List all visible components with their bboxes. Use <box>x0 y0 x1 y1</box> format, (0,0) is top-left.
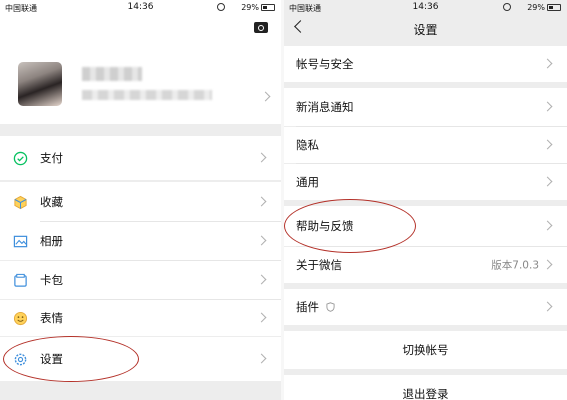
menu-item-album[interactable]: 相册 <box>0 222 281 260</box>
chevron-right-icon <box>260 91 271 102</box>
chevron-right-icon <box>542 176 553 187</box>
chevron-right-icon <box>256 274 267 285</box>
chevron-right-icon <box>542 58 553 69</box>
chevron-right-icon <box>542 139 553 150</box>
settings-item-label: 插件 <box>296 300 319 314</box>
profile-header[interactable]: 中国联通 14:36 29% <box>0 0 281 124</box>
logout-button[interactable]: 退出登录 <box>284 375 567 400</box>
status-bar: 中国联通 14:36 29% <box>284 0 567 16</box>
chevron-right-icon <box>542 220 553 231</box>
nickname-blurred <box>82 67 142 81</box>
chevron-right-icon <box>256 312 267 323</box>
highlight-annotation <box>3 336 139 382</box>
settings-item-general[interactable]: 通用 <box>284 164 567 200</box>
settings-item-label: 隐私 <box>296 138 319 152</box>
settings-item-about[interactable]: 关于微信 版本7.0.3 <box>284 247 567 283</box>
logout-label: 退出登录 <box>402 387 449 400</box>
battery-icon <box>261 4 275 11</box>
favorites-icon <box>14 195 27 210</box>
rotation-lock-icon <box>503 3 511 11</box>
album-icon <box>13 235 28 248</box>
status-bar: 中国联通 14:36 29% <box>0 0 281 16</box>
rotation-lock-icon <box>217 3 225 11</box>
chevron-right-icon <box>256 353 267 364</box>
highlight-annotation <box>284 199 416 253</box>
switch-account-button[interactable]: 切换帐号 <box>284 331 567 369</box>
battery-icon <box>547 4 561 11</box>
menu-item-label: 收藏 <box>40 195 63 209</box>
chevron-right-icon <box>256 235 267 246</box>
switch-account-label: 切换帐号 <box>402 343 449 357</box>
settings-item-plugins[interactable]: 插件 <box>284 289 567 325</box>
menu-item-label: 支付 <box>40 151 63 165</box>
version-label: 版本7.0.3 <box>491 259 539 272</box>
menu-item-label: 相册 <box>40 234 63 248</box>
chevron-right-icon <box>256 196 267 207</box>
menu-item-favorites[interactable]: 收藏 <box>0 182 281 222</box>
nav-bar: 中国联通 14:36 29% 设置 <box>284 0 567 46</box>
sticker-icon <box>13 311 28 326</box>
plugin-shield-icon <box>326 302 335 312</box>
settings-item-label: 新消息通知 <box>296 100 354 114</box>
clock: 14:36 <box>412 2 439 12</box>
settings-item-label: 关于微信 <box>296 258 342 272</box>
settings-item-label: 帐号与安全 <box>296 57 354 71</box>
page-title: 设置 <box>413 23 438 37</box>
chevron-right-icon <box>256 152 267 163</box>
settings-item-account-security[interactable]: 帐号与安全 <box>284 46 567 82</box>
menu-item-label: 卡包 <box>40 273 63 287</box>
me-screen: 中国联通 14:36 29% 支付 收藏 相册 卡包 表情 设置 <box>0 0 281 400</box>
battery-percent: 29% <box>241 3 259 12</box>
menu-item-pay[interactable]: 支付 <box>0 136 281 180</box>
chevron-right-icon <box>542 259 553 270</box>
settings-item-label: 通用 <box>296 175 319 189</box>
payment-icon <box>13 151 28 166</box>
clock: 14:36 <box>127 2 154 12</box>
chevron-right-icon <box>542 101 553 112</box>
settings-item-notifications[interactable]: 新消息通知 <box>284 88 567 126</box>
chevron-right-icon <box>542 301 553 312</box>
camera-icon[interactable] <box>254 22 268 33</box>
avatar[interactable] <box>18 62 62 106</box>
card-icon <box>14 273 27 287</box>
settings-screen: 中国联通 14:36 29% 设置 帐号与安全 新消息通知 隐私 通用 帮助与反… <box>284 0 567 400</box>
menu-item-cards[interactable]: 卡包 <box>0 261 281 299</box>
settings-item-privacy[interactable]: 隐私 <box>284 127 567 163</box>
menu-item-label: 表情 <box>40 311 63 325</box>
battery-percent: 29% <box>527 3 545 12</box>
wechat-id-blurred <box>82 90 212 100</box>
menu-item-stickers[interactable]: 表情 <box>0 300 281 336</box>
